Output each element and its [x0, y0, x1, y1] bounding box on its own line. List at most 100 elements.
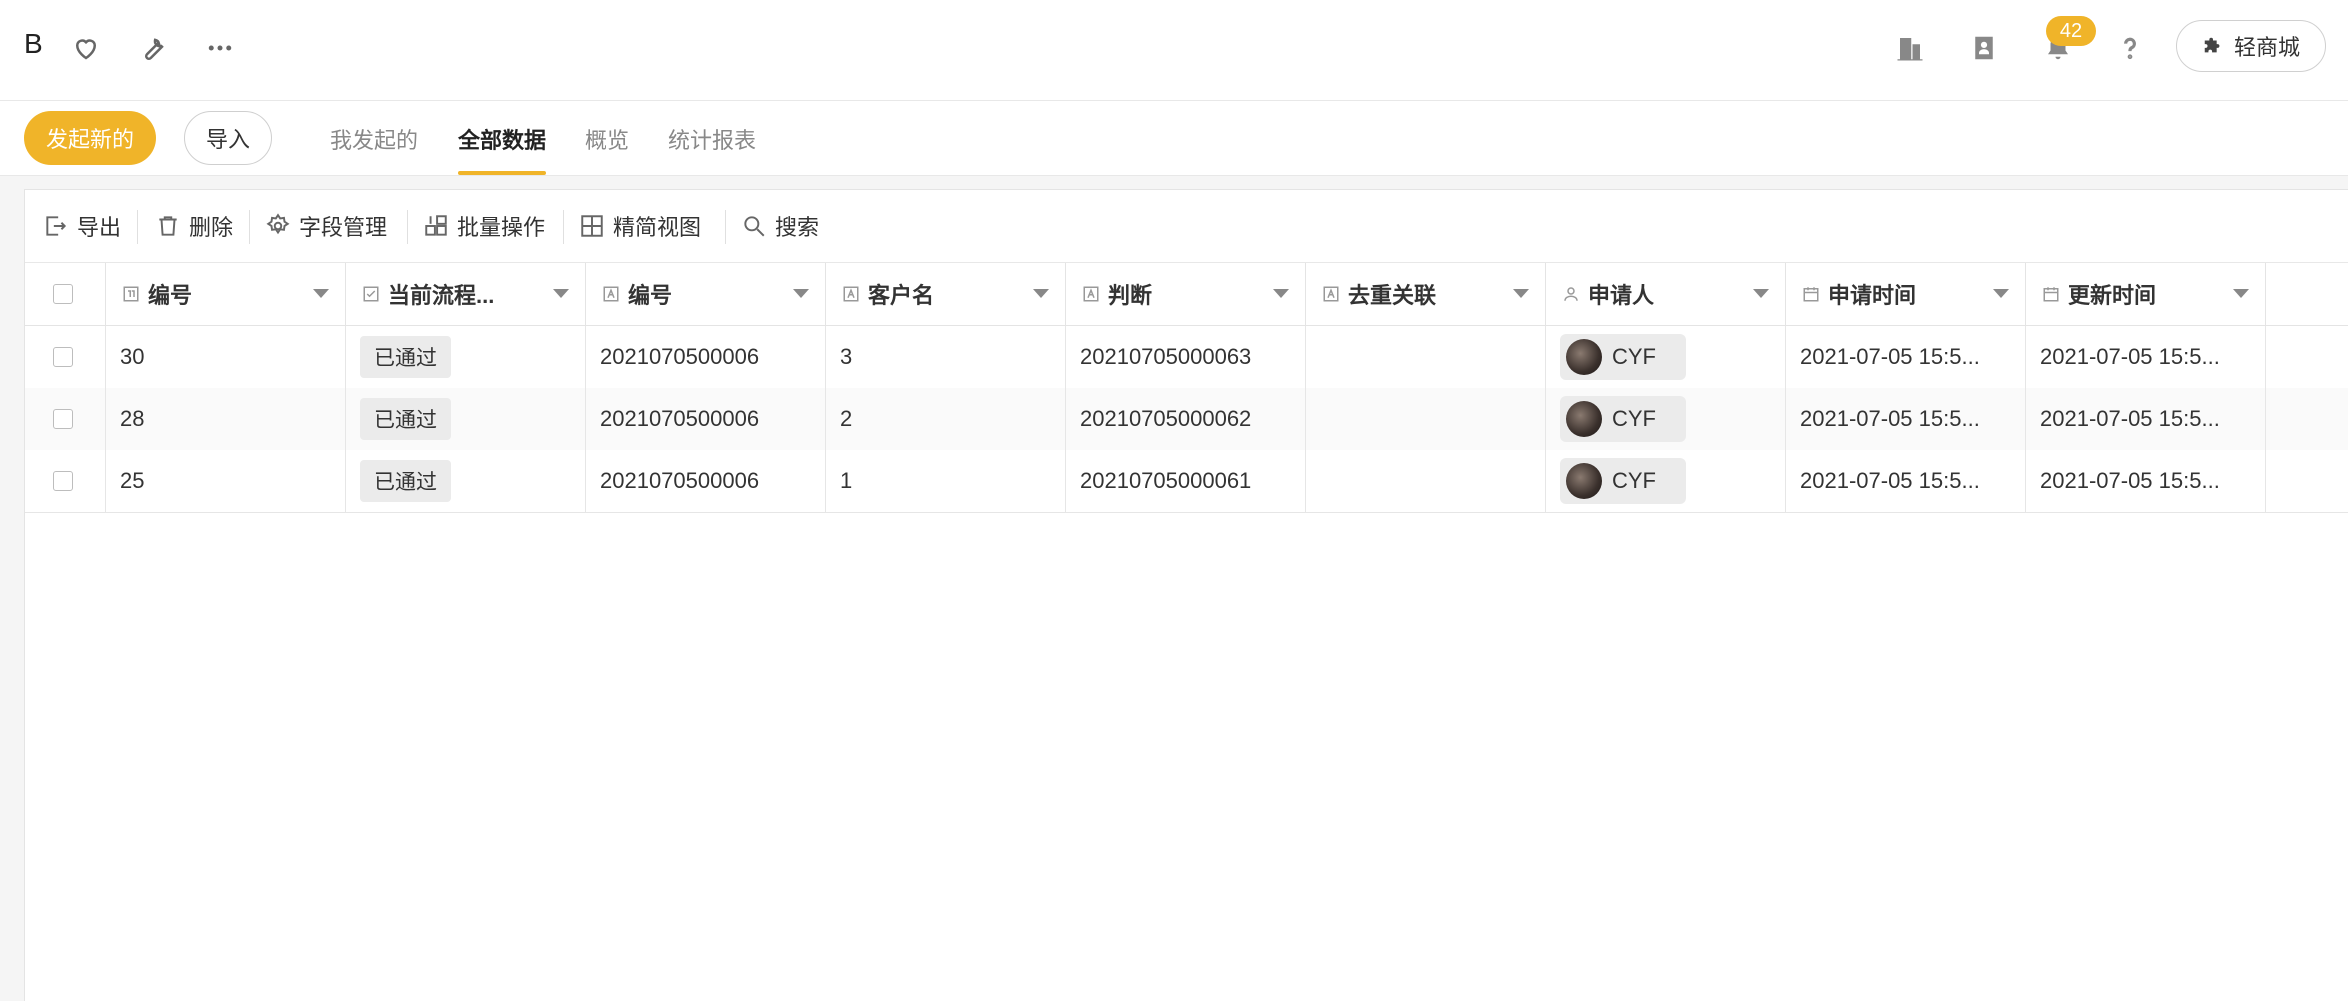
calendar-icon	[2043, 287, 2059, 302]
col-header-label: 判断	[1108, 283, 1153, 308]
checkbox-field-icon	[363, 286, 379, 302]
table-row[interactable]: 28 已通过 2021070500006 2 20210705000062 CY…	[25, 388, 2348, 451]
caret-down-icon[interactable]	[793, 289, 809, 298]
table-row[interactable]: 30 已通过 2021070500006 3 20210705000063 CY…	[25, 326, 2348, 389]
cell-judge: 20210705000063	[1066, 326, 1306, 388]
avatar	[1566, 339, 1602, 375]
table-row[interactable]: 25 已通过 2021070500006 1 20210705000061 CY…	[25, 450, 2348, 513]
top-header: B 42 轻商城	[0, 0, 2348, 101]
applicant-name: CYF	[1612, 344, 1656, 369]
col-header-label: 申请人	[1588, 283, 1655, 308]
wrench-icon[interactable]	[134, 30, 170, 66]
building-icon[interactable]	[1892, 30, 1928, 66]
cell-apply-time: 2021-07-05 15:5...	[1786, 326, 2026, 388]
col-header-label: 申请时间	[1828, 283, 1917, 308]
more-icon[interactable]	[202, 30, 238, 66]
cell-update-time: 2021-07-05 15:5...	[2026, 326, 2266, 388]
text-field-icon	[1323, 286, 1339, 302]
export-button[interactable]: 导出	[43, 190, 121, 262]
data-panel: 导出 删除 字段管理 批量操作 精简视图 搜索 编号 当前流程... 编号 客户…	[24, 189, 2348, 1001]
mall-label: 轻商城	[2233, 35, 2300, 60]
cell-id: 28	[106, 388, 346, 450]
col-header-label: 当前流程...	[388, 283, 495, 308]
caret-down-icon[interactable]	[1993, 289, 2009, 298]
select-all-checkbox[interactable]	[53, 284, 73, 304]
col-header-label: 编号	[148, 283, 193, 308]
applicant-tag[interactable]: CYF	[1560, 396, 1686, 442]
caret-down-icon[interactable]	[1513, 289, 1529, 298]
mall-button[interactable]: 轻商城	[2176, 20, 2326, 72]
cell-dedup	[1306, 388, 1546, 450]
export-label: 导出	[77, 215, 122, 240]
cell-apply-time: 2021-07-05 15:5...	[1786, 450, 2026, 512]
caret-down-icon[interactable]	[313, 289, 329, 298]
row-checkbox[interactable]	[53, 347, 73, 367]
simple-view-button[interactable]: 精简视图	[579, 190, 701, 262]
search-icon	[744, 216, 765, 237]
table-toolbar: 导出 删除 字段管理 批量操作 精简视图 搜索	[25, 190, 2348, 263]
text-field-icon	[843, 286, 859, 302]
new-button[interactable]: 发起新的	[24, 111, 156, 165]
cell-code: 2021070500006	[586, 450, 826, 512]
delete-label: 删除	[189, 215, 234, 240]
row-checkbox[interactable]	[53, 409, 73, 429]
search-button[interactable]: 搜索	[741, 190, 819, 262]
batch-icon	[425, 215, 447, 236]
caret-down-icon[interactable]	[553, 289, 569, 298]
cell-apply-time: 2021-07-05 15:5...	[1786, 388, 2026, 450]
col-header-label: 更新时间	[2068, 283, 2157, 308]
col-header-update-time[interactable]: 更新时间	[2026, 263, 2266, 325]
status-badge: 已通过	[360, 336, 451, 378]
search-label: 搜索	[775, 215, 820, 240]
heart-icon[interactable]	[68, 30, 104, 66]
calendar-icon	[1803, 287, 1819, 302]
puzzle-icon	[2204, 37, 2220, 53]
table-header: 编号 当前流程... 编号 客户名 判断 去重关联 申请人 申请时间 更新时间	[25, 263, 2348, 326]
simple-view-label: 精简视图	[613, 215, 702, 240]
col-header-judge[interactable]: 判断	[1066, 263, 1306, 325]
app-title: B	[24, 28, 43, 59]
user-field-icon	[1564, 287, 1578, 301]
applicant-name: CYF	[1612, 468, 1656, 493]
tab-reports[interactable]: 统计报表	[668, 123, 756, 175]
notification-badge: 42	[2046, 16, 2096, 46]
tab-all-data[interactable]: 全部数据	[458, 123, 547, 175]
text-field-icon	[1083, 286, 1099, 302]
import-button[interactable]: 导入	[184, 111, 272, 165]
tab-mine[interactable]: 我发起的	[330, 123, 418, 175]
export-icon	[46, 216, 67, 236]
col-header-dedup[interactable]: 去重关联	[1306, 263, 1546, 325]
field-manage-label: 字段管理	[299, 215, 388, 240]
number-field-icon	[123, 286, 139, 302]
col-header-id[interactable]: 编号	[106, 263, 346, 325]
delete-button[interactable]: 删除	[155, 190, 233, 262]
cell-id: 30	[106, 326, 346, 388]
cell-update-time: 2021-07-05 15:5...	[2026, 450, 2266, 512]
row-checkbox[interactable]	[53, 471, 73, 491]
col-header-label: 去重关联	[1348, 283, 1437, 308]
caret-down-icon[interactable]	[1753, 289, 1769, 298]
col-header-process[interactable]: 当前流程...	[346, 263, 586, 325]
contacts-icon[interactable]	[1966, 30, 2002, 66]
caret-down-icon[interactable]	[2233, 289, 2249, 298]
col-header-applicant[interactable]: 申请人	[1546, 263, 1786, 325]
avatar	[1566, 401, 1602, 437]
text-field-icon	[603, 286, 619, 302]
trash-icon	[159, 216, 177, 236]
cell-id: 25	[106, 450, 346, 512]
col-header-apply-time[interactable]: 申请时间	[1786, 263, 2026, 325]
caret-down-icon[interactable]	[1273, 289, 1289, 298]
tab-overview[interactable]: 概览	[585, 123, 629, 175]
cell-customer: 2	[826, 388, 1066, 450]
batch-button[interactable]: 批量操作	[423, 190, 545, 262]
col-header-code[interactable]: 编号	[586, 263, 826, 325]
caret-down-icon[interactable]	[1033, 289, 1049, 298]
applicant-tag[interactable]: CYF	[1560, 458, 1686, 504]
applicant-tag[interactable]: CYF	[1560, 334, 1686, 380]
select-all-cell	[25, 263, 106, 325]
batch-label: 批量操作	[457, 215, 546, 240]
help-icon[interactable]	[2112, 30, 2148, 66]
field-manage-button[interactable]: 字段管理	[265, 190, 387, 262]
col-header-customer[interactable]: 客户名	[826, 263, 1066, 325]
gear-icon	[266, 213, 290, 235]
